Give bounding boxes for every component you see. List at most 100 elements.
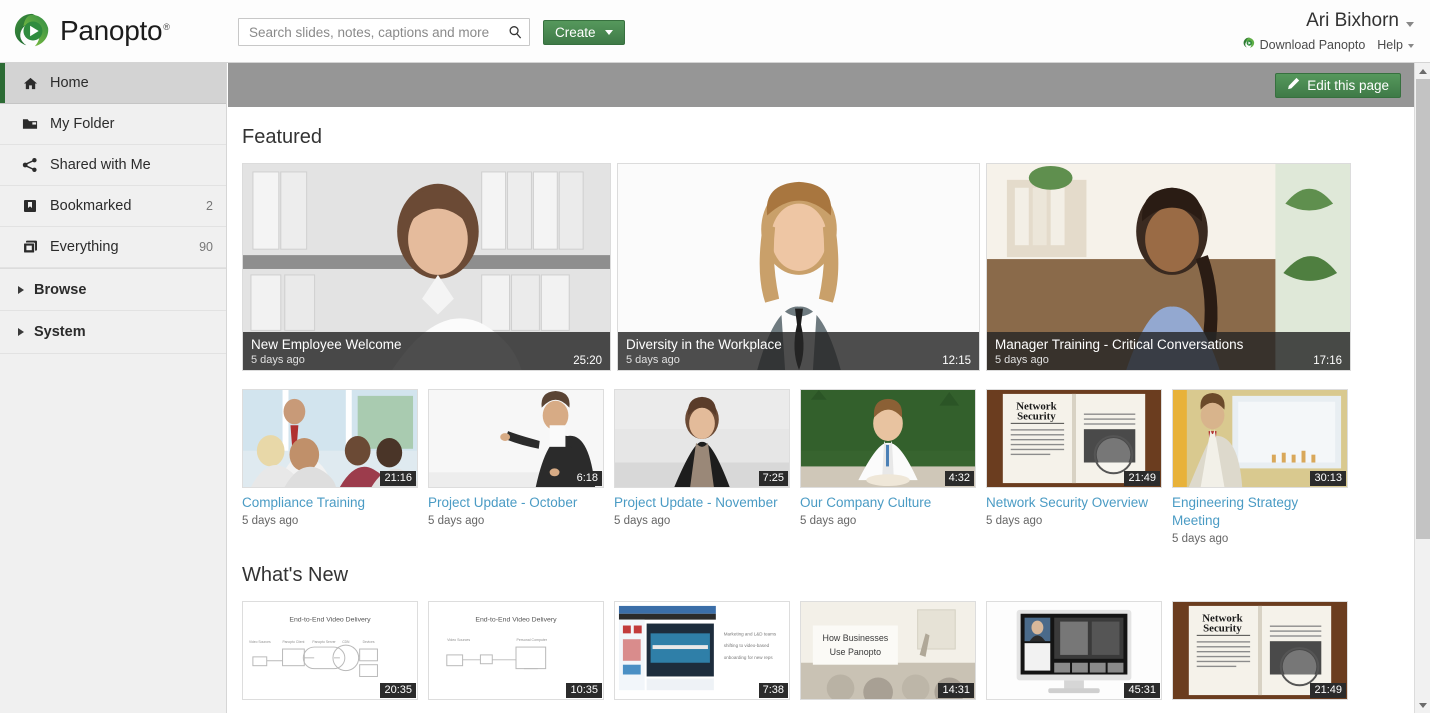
svg-text:shifting to video-based: shifting to video-based	[724, 643, 770, 648]
sidebar-item-everything[interactable]: Everything 90	[0, 227, 226, 268]
video-title[interactable]: Our Company Culture	[800, 494, 976, 512]
video-duration: 14:31	[938, 683, 974, 698]
video-card[interactable]: 45:31	[986, 601, 1162, 706]
folder-icon	[20, 117, 40, 131]
featured-card[interactable]: Diversity in the Workplace 5 days ago 12…	[617, 163, 980, 371]
svg-text:How Businesses: How Businesses	[823, 633, 889, 643]
triangle-down-icon	[1419, 703, 1427, 708]
sidebar-item-label: My Folder	[50, 116, 213, 132]
sidebar-group-browse[interactable]: Browse	[0, 268, 226, 311]
chevron-down-icon	[1406, 22, 1414, 27]
video-card[interactable]: How Businesses Use Panopto 14:31	[800, 601, 976, 706]
video-thumbnail[interactable]: End-to-End Video Delivery	[242, 601, 418, 700]
bookmark-icon	[20, 199, 40, 213]
edit-this-page-button[interactable]: Edit this page	[1275, 73, 1401, 98]
video-date: 5 days ago	[986, 515, 1162, 527]
user-menu[interactable]: Ari Bixhorn	[1306, 10, 1414, 32]
download-panopto-link[interactable]: Download Panopto	[1243, 37, 1366, 52]
scroll-up-button[interactable]	[1415, 63, 1430, 79]
video-card[interactable]: End-to-End Video Delivery	[242, 601, 418, 706]
video-duration: 21:49	[1310, 683, 1346, 698]
sidebar-item-shared-with-me[interactable]: Shared with Me	[0, 145, 226, 186]
sidebar-item-bookmarked[interactable]: Bookmarked 2	[0, 186, 226, 227]
chevron-down-icon	[1408, 44, 1414, 48]
sidebar-item-home[interactable]: Home	[0, 63, 226, 104]
video-thumbnail[interactable]: Marketing and L&D teams shifting to vide…	[614, 601, 790, 700]
video-thumbnail[interactable]: Network Security	[986, 389, 1162, 488]
video-thumbnail[interactable]: End-to-End Video Delivery Video Sour	[428, 601, 604, 700]
video-card[interactable]: End-to-End Video Delivery Video Sour	[428, 601, 604, 706]
video-title[interactable]: New Employee Welcome	[251, 336, 602, 353]
video-card[interactable]: Network Security	[1172, 601, 1348, 706]
video-info-overlay: Manager Training - Critical Conversation…	[987, 332, 1350, 370]
sidebar-item-label: Bookmarked	[50, 198, 206, 214]
video-thumbnail[interactable]: 45:31	[986, 601, 1162, 700]
stack-icon	[20, 240, 40, 254]
vertical-scrollbar[interactable]	[1414, 63, 1430, 713]
svg-text:onboarding for new reps: onboarding for new reps	[724, 655, 774, 660]
triangle-up-icon	[1419, 69, 1427, 74]
video-thumbnail[interactable]: 6:18	[428, 389, 604, 488]
sidebar-group-label: Browse	[34, 282, 86, 298]
search-box[interactable]	[238, 18, 530, 46]
video-title[interactable]: Project Update - November	[614, 494, 790, 512]
triangle-right-icon	[18, 286, 24, 294]
video-title[interactable]: Compliance Training	[242, 494, 418, 512]
svg-text:Marketing and L&D teams: Marketing and L&D teams	[724, 631, 777, 636]
video-duration: 21:16	[380, 471, 416, 486]
video-date: 5 days ago	[614, 515, 790, 527]
search-input[interactable]	[239, 25, 501, 40]
video-card[interactable]: 7:25 Project Update - November 5 days ag…	[614, 389, 790, 545]
video-duration: 45:31	[1124, 683, 1160, 698]
video-card[interactable]: 21:16 Compliance Training 5 days ago	[242, 389, 418, 545]
video-thumbnail[interactable]: How Businesses Use Panopto 14:31	[800, 601, 976, 700]
featured-card[interactable]: New Employee Welcome 5 days ago 25:20	[242, 163, 611, 371]
featured-card-row: New Employee Welcome 5 days ago 25:20	[242, 163, 1414, 371]
video-title[interactable]: Engineering Strategy Meeting	[1172, 494, 1348, 530]
panopto-app-window: Panopto® Create Ari Bixhorn	[0, 0, 1430, 713]
create-button-label: Create	[555, 25, 596, 40]
video-duration: 21:49	[1124, 471, 1160, 486]
create-button[interactable]: Create	[543, 20, 625, 45]
video-title[interactable]: Manager Training - Critical Conversation…	[995, 336, 1342, 353]
sidebar-group-system[interactable]: System	[0, 311, 226, 354]
sidebar-item-my-folder[interactable]: My Folder	[0, 104, 226, 145]
video-date: 5 days ago	[626, 353, 971, 367]
video-duration: 7:25	[759, 471, 788, 486]
video-thumbnail[interactable]: 4:32	[800, 389, 976, 488]
video-title[interactable]: Network Security Overview	[986, 494, 1162, 512]
video-thumbnail[interactable]: Network Security	[1172, 601, 1348, 700]
edit-this-page-label: Edit this page	[1307, 78, 1389, 93]
video-title[interactable]: Diversity in the Workplace	[626, 336, 971, 353]
scroll-down-button[interactable]	[1415, 697, 1430, 713]
svg-text:End-to-End Video Delivery: End-to-End Video Delivery	[475, 617, 557, 624]
featured-section: Featured	[228, 126, 1414, 545]
video-duration: 20:35	[380, 683, 416, 698]
help-menu[interactable]: Help	[1377, 38, 1414, 52]
video-card[interactable]: 30:13 Engineering Strategy Meeting 5 day…	[1172, 389, 1348, 545]
whats-new-section-title: What's New	[242, 564, 1414, 587]
svg-text:Panopto Server: Panopto Server	[312, 640, 336, 644]
sidebar-group-label: System	[34, 324, 86, 340]
video-date: 5 days ago	[428, 515, 604, 527]
featured-thumbnail-row: 21:16 Compliance Training 5 days ago	[242, 389, 1414, 545]
video-title[interactable]: Project Update - October	[428, 494, 604, 512]
svg-text:Security: Security	[1203, 622, 1242, 634]
help-label: Help	[1377, 38, 1403, 52]
sidebar-item-count: 90	[199, 240, 213, 254]
video-card[interactable]: 4:32 Our Company Culture 5 days ago	[800, 389, 976, 545]
video-duration: 6:18	[573, 471, 602, 486]
featured-card[interactable]: Manager Training - Critical Conversation…	[986, 163, 1351, 371]
search-icon[interactable]	[501, 19, 529, 45]
video-thumbnail[interactable]: 30:13	[1172, 389, 1348, 488]
video-card[interactable]: Marketing and L&D teams shifting to vide…	[614, 601, 790, 706]
share-icon	[20, 157, 40, 173]
pencil-icon	[1287, 77, 1300, 93]
video-card[interactable]: 6:18 Project Update - October 5 days ago	[428, 389, 604, 545]
scrollbar-thumb[interactable]	[1416, 79, 1430, 539]
video-thumbnail[interactable]: 21:16	[242, 389, 418, 488]
panopto-logo[interactable]: Panopto®	[13, 12, 213, 50]
video-thumbnail[interactable]: 7:25	[614, 389, 790, 488]
video-card[interactable]: Network Security	[986, 389, 1162, 545]
sidebar-item-label: Home	[50, 75, 213, 91]
